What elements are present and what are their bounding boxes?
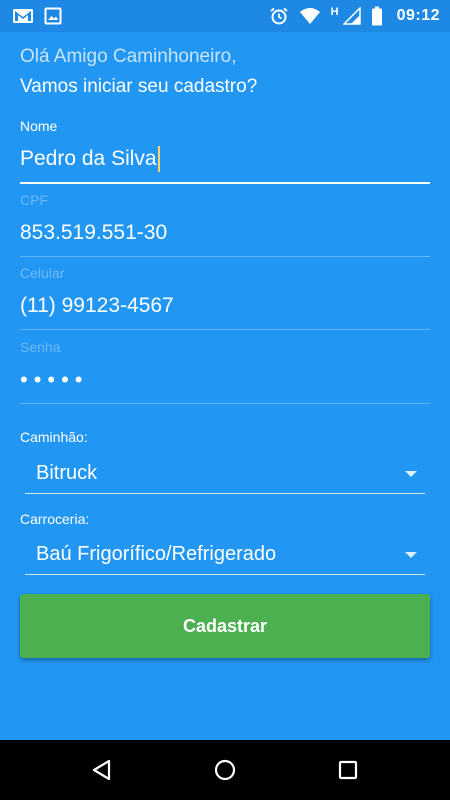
password-label: Senha [20, 339, 61, 355]
phone-underline [20, 329, 430, 330]
wifi-icon [299, 7, 321, 25]
password-input[interactable]: ••••• [20, 367, 430, 393]
phone-label: Celular [20, 265, 65, 281]
password-underline [20, 403, 430, 404]
navigation-bar [0, 740, 450, 800]
page-subtitle: Vamos iniciar seu cadastro? [20, 76, 258, 97]
body-type-select[interactable]: Baú Frigorífico/Refrigerado [25, 535, 425, 575]
cpf-label: CPF [20, 192, 48, 208]
body-type-selected-value: Baú Frigorífico/Refrigerado [36, 543, 277, 565]
status-left-icons [12, 7, 62, 25]
name-value: Pedro da Silva [20, 147, 157, 170]
truck-select[interactable]: Bitruck [25, 454, 425, 494]
cpf-underline [20, 256, 430, 257]
name-input[interactable]: Pedro da Silva [20, 146, 430, 173]
gmail-icon [12, 8, 34, 24]
recents-icon [339, 760, 358, 780]
password-field[interactable]: Senha ••••• [20, 339, 430, 405]
truck-label: Caminhão: [20, 429, 88, 445]
body-type-label: Carroceria: [20, 511, 90, 527]
truck-select-underline [25, 493, 425, 494]
truck-selected-value: Bitruck [36, 462, 98, 484]
image-icon [44, 7, 62, 25]
phone-field[interactable]: Celular (11) 99123-4567 [20, 265, 430, 331]
signal-icon [342, 7, 361, 25]
back-button[interactable] [72, 740, 132, 800]
alarm-icon [269, 6, 289, 26]
cpf-field[interactable]: CPF 853.519.551-30 [20, 192, 430, 258]
back-icon [92, 759, 110, 781]
status-right-icons: H 09:12 [269, 6, 440, 26]
submit-button[interactable]: Cadastrar [20, 594, 430, 658]
recents-button[interactable] [318, 740, 378, 800]
text-cursor [157, 146, 160, 173]
home-button[interactable] [195, 740, 255, 800]
phone-input[interactable]: (11) 99123-4567 [20, 293, 430, 319]
dropdown-arrow-icon [405, 471, 417, 477]
name-underline [20, 182, 430, 184]
greeting-text: Olá Amigo Caminhoneiro, [20, 46, 237, 67]
cpf-input[interactable]: 853.519.551-30 [20, 220, 430, 246]
status-time: 09:12 [396, 7, 440, 24]
name-label: Nome [20, 118, 58, 134]
name-field[interactable]: Nome Pedro da Silva [20, 118, 430, 186]
network-type-label: H [330, 6, 339, 18]
home-icon [214, 759, 236, 781]
battery-icon [371, 6, 383, 26]
status-bar: H 09:12 [0, 0, 450, 32]
dropdown-arrow-icon [405, 552, 417, 558]
body-type-select-underline [25, 574, 425, 575]
